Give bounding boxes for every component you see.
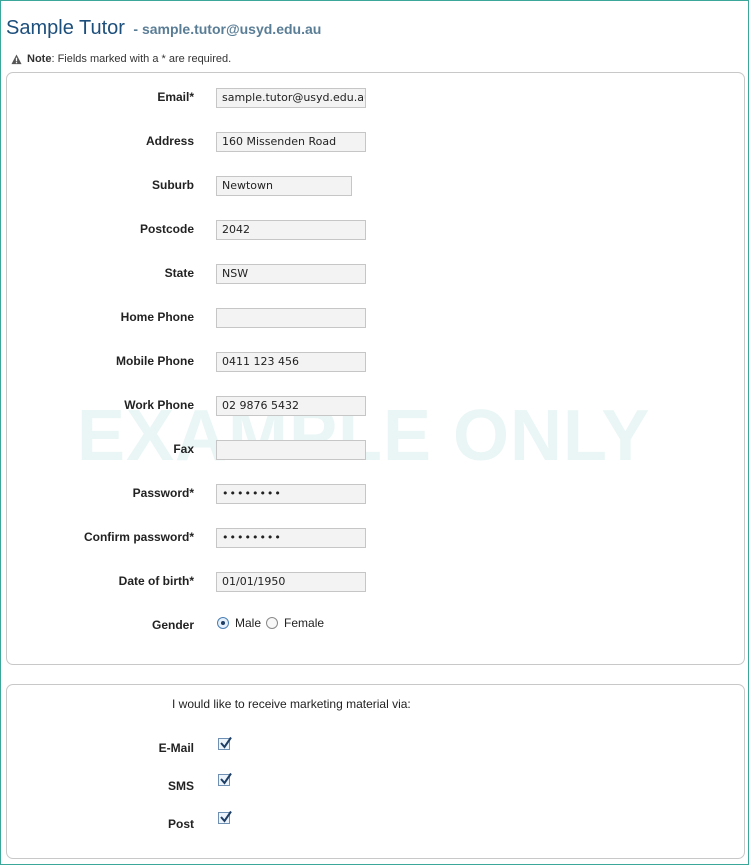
gender-row: Gender Male Female: [7, 616, 744, 636]
page-header: Sample Tutor - sample.tutor@usyd.edu.au: [6, 17, 321, 40]
marketing-sms-checkbox[interactable]: [218, 772, 232, 786]
mobile-phone-label: Mobile Phone: [116, 354, 194, 368]
page-frame: Sample Tutor - sample.tutor@usyd.edu.au …: [0, 0, 749, 865]
marketing-email-label: E-Mail: [158, 741, 194, 755]
address-field[interactable]: 160 Missenden Road: [216, 132, 366, 152]
gender-label: Gender: [151, 618, 194, 632]
password-field[interactable]: ••••••••: [216, 484, 366, 504]
marketing-post-row: Post: [7, 810, 744, 835]
marketing-email-checkbox[interactable]: [218, 736, 232, 750]
confirm-password-row: Confirm password* ••••••••: [7, 528, 744, 548]
checkmark-icon: [220, 810, 232, 823]
dob-label: Date of birth*: [118, 574, 194, 588]
confirm-password-label: Confirm password*: [83, 530, 194, 544]
gender-female-label[interactable]: Female: [284, 616, 324, 630]
marketing-email-row: E-Mail: [7, 736, 744, 759]
mobile-phone-row: Mobile Phone 0411 123 456: [7, 352, 744, 372]
password-row: Password* ••••••••: [7, 484, 744, 504]
work-phone-label: Work Phone: [124, 398, 194, 412]
home-phone-row: Home Phone: [7, 308, 744, 328]
address-label: Address: [145, 134, 194, 148]
marketing-sms-row: SMS: [7, 772, 744, 797]
tutor-name: Sample Tutor: [6, 17, 125, 39]
tutor-email: - sample.tutor@usyd.edu.au: [133, 21, 322, 37]
warning-icon: [11, 53, 22, 64]
state-field[interactable]: NSW: [216, 264, 366, 284]
confirm-password-field[interactable]: ••••••••: [216, 528, 366, 548]
suburb-field[interactable]: Newtown: [216, 176, 352, 196]
postcode-field[interactable]: 2042: [216, 220, 366, 240]
mobile-phone-field[interactable]: 0411 123 456: [216, 352, 366, 372]
password-label: Password*: [132, 486, 194, 500]
suburb-label: Suburb: [152, 178, 194, 192]
work-phone-field[interactable]: 02 9876 5432: [216, 396, 366, 416]
dob-field[interactable]: 01/01/1950: [216, 572, 366, 592]
dob-row: Date of birth* 01/01/1950: [7, 572, 744, 592]
home-phone-field[interactable]: [216, 308, 366, 328]
checkmark-icon: [220, 736, 232, 749]
postcode-row: Postcode 2042: [7, 220, 744, 240]
address-row: Address 160 Missenden Road: [7, 132, 744, 152]
marketing-panel: I would like to receive marketing materi…: [6, 684, 745, 859]
required-note: Note : Fields marked with a * are requir…: [11, 53, 231, 65]
fax-row: Fax: [7, 440, 744, 460]
fax-field[interactable]: [216, 440, 366, 460]
marketing-post-label: Post: [167, 817, 194, 831]
note-label: Note: [27, 53, 52, 65]
marketing-sms-label: SMS: [167, 779, 194, 793]
email-field[interactable]: sample.tutor@usyd.edu.au: [216, 88, 366, 108]
marketing-title: I would like to receive marketing materi…: [172, 697, 411, 711]
gender-options: Male Female: [217, 616, 329, 630]
email-row: Email* sample.tutor@usyd.edu.au: [7, 88, 744, 108]
checkmark-icon: [220, 772, 232, 785]
gender-male-radio[interactable]: [217, 617, 229, 629]
home-phone-label: Home Phone: [120, 310, 194, 324]
gender-male-label[interactable]: Male: [235, 616, 261, 630]
work-phone-row: Work Phone 02 9876 5432: [7, 396, 744, 416]
gender-female-radio[interactable]: [266, 617, 279, 629]
email-label: Email*: [157, 90, 194, 104]
postcode-label: Postcode: [139, 222, 194, 236]
fax-label: Fax: [173, 442, 194, 456]
state-label: State: [164, 266, 194, 280]
profile-form-panel: EXAMPLE ONLY Email* sample.tutor@usyd.ed…: [6, 72, 745, 665]
suburb-row: Suburb Newtown: [7, 176, 744, 196]
marketing-post-checkbox[interactable]: [218, 810, 232, 824]
state-row: State NSW: [7, 264, 744, 284]
note-text: : Fields marked with a * are required.: [51, 53, 232, 65]
